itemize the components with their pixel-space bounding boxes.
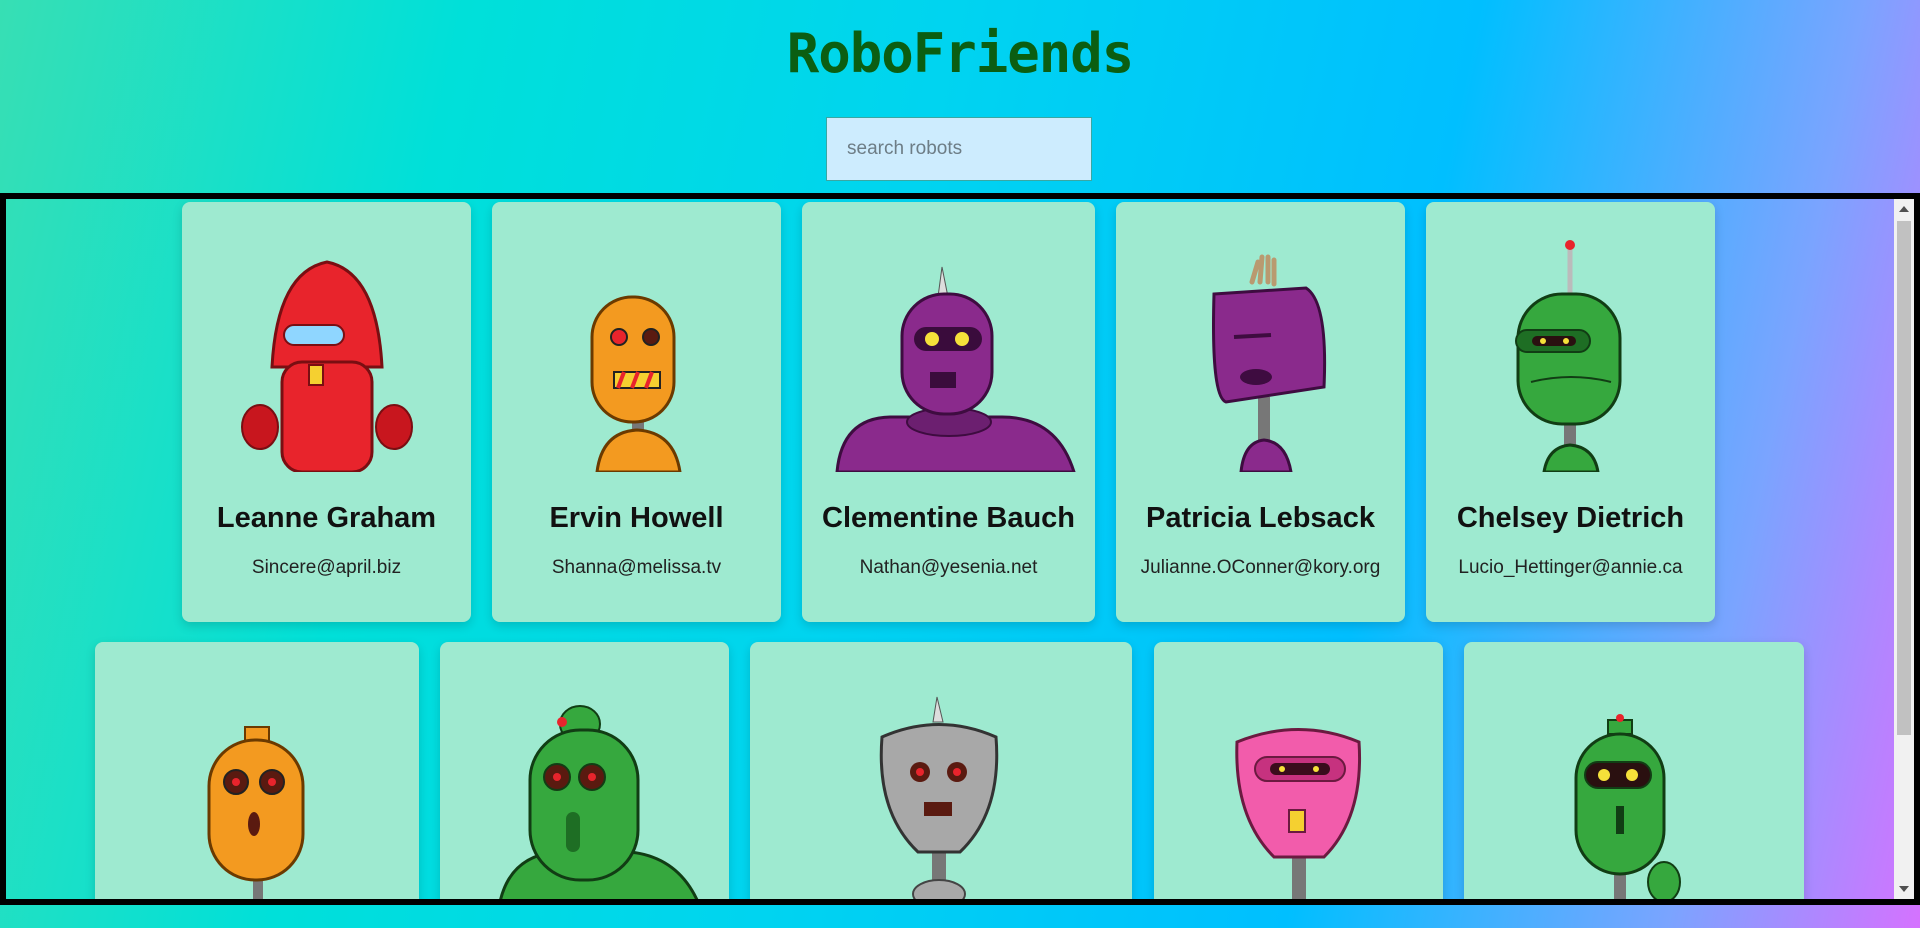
scrollbar-thumb[interactable] xyxy=(1897,221,1911,735)
robot-card[interactable] xyxy=(750,642,1132,899)
green-robot-avatar xyxy=(499,705,699,899)
scroll-up-icon[interactable] xyxy=(1899,206,1909,212)
robot-email: Lucio_Hettinger@annie.ca xyxy=(1458,557,1683,578)
robot-name: Leanne Graham xyxy=(216,502,437,534)
app-title: RoboFriends xyxy=(786,22,1135,85)
robot-name: Patricia Lebsack xyxy=(1146,502,1375,534)
robot-card[interactable] xyxy=(95,642,419,899)
scroll-down-icon[interactable] xyxy=(1899,886,1909,892)
robot-email: Julianne.OConner@kory.org xyxy=(1140,557,1381,578)
robot-list-scroll-area[interactable]: Leanne Graham Sincere@april.biz Ervin Ho… xyxy=(0,193,1920,905)
green-robot-avatar xyxy=(1574,714,1681,899)
robot-card[interactable]: Clementine Bauch Nathan@yesenia.net xyxy=(802,202,1095,622)
robot-email: Nathan@yesenia.net xyxy=(859,557,1038,578)
robot-name: Ervin Howell xyxy=(549,502,724,534)
robot-card[interactable] xyxy=(1154,642,1443,899)
robot-name: Chelsey Dietrich xyxy=(1456,502,1685,534)
orange-robot-avatar xyxy=(590,295,682,472)
search-input[interactable] xyxy=(826,117,1092,181)
purple-robot-avatar xyxy=(835,266,1076,472)
header: RoboFriends xyxy=(0,0,1920,190)
vertical-scrollbar[interactable] xyxy=(1894,199,1914,899)
robot-card[interactable]: Leanne Graham Sincere@april.biz xyxy=(182,202,471,622)
red-robot-avatar xyxy=(241,260,413,472)
gray-robot-avatar xyxy=(879,696,999,899)
purple-robot-avatar xyxy=(1212,254,1327,472)
pink-robot-avatar xyxy=(1235,728,1362,899)
robot-email: Sincere@april.biz xyxy=(251,557,402,578)
robot-card[interactable]: Patricia Lebsack Julianne.OConner@kory.o… xyxy=(1116,202,1405,622)
green-robot-avatar xyxy=(1515,240,1622,472)
orange-robot-avatar xyxy=(207,726,305,899)
robot-card[interactable]: Chelsey Dietrich Lucio_Hettinger@annie.c… xyxy=(1426,202,1715,622)
robot-name: Clementine Bauch xyxy=(822,502,1075,534)
robot-card[interactable] xyxy=(440,642,729,899)
robot-email: Shanna@melissa.tv xyxy=(551,557,722,578)
robot-card[interactable] xyxy=(1464,642,1804,899)
robot-card[interactable]: Ervin Howell Shanna@melissa.tv xyxy=(492,202,781,622)
